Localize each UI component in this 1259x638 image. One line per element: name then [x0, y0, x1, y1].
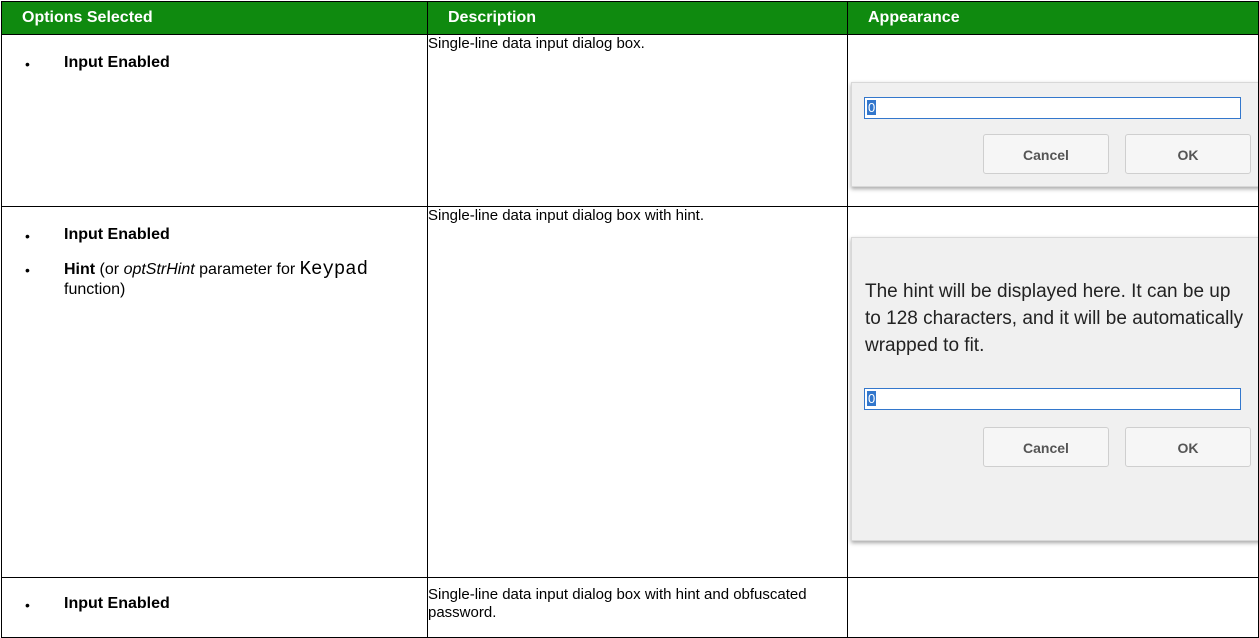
cancel-button[interactable]: Cancel: [983, 134, 1109, 174]
description-cell: Single-line data input dialog box.: [427, 34, 848, 207]
bullet-glyph: •: [25, 262, 30, 278]
input-dialog: The hint will be displayed here. It can …: [851, 237, 1258, 541]
appearance-cell: [847, 577, 1259, 638]
option-name: Input Enabled: [64, 226, 170, 243]
options-cell: • Input Enabled: [1, 577, 428, 638]
dialog-input-field[interactable]: 0: [864, 97, 1241, 119]
header-description: Description: [427, 1, 848, 35]
bullet-glyph: •: [25, 228, 30, 244]
dialog-input-field[interactable]: 0: [864, 388, 1241, 410]
option-name: Input Enabled: [64, 595, 170, 612]
table-row: • Input Enabled Single-line data input d…: [1, 577, 1259, 638]
option-bullet: • Input Enabled: [2, 594, 427, 616]
header-options-selected: Options Selected: [1, 1, 428, 35]
option-bullet: • Hint (or optStrHint parameter for Keyp…: [2, 259, 427, 300]
option-name: Input Enabled: [64, 54, 170, 71]
bullet-glyph: •: [25, 597, 30, 613]
description-cell: Single-line data input dialog box with h…: [427, 577, 848, 638]
header-row: Options Selected Description Appearance: [1, 1, 1259, 35]
appearance-cell: 0 Cancel OK: [847, 34, 1259, 207]
option-text: (or: [95, 261, 124, 278]
option-text: parameter for: [194, 261, 300, 278]
option-bullet: • Input Enabled: [2, 53, 427, 75]
table-row: • Input Enabled Single-line data input d…: [1, 34, 1259, 207]
options-table: Options Selected Description Appearance …: [1, 1, 1259, 638]
option-param: optStrHint: [123, 261, 195, 278]
option-bullet: • Input Enabled: [2, 225, 427, 247]
appearance-cell: The hint will be displayed here. It can …: [847, 206, 1259, 578]
input-value: 0: [867, 100, 877, 115]
table-row: • Input Enabled • Hint (or optStrHint pa…: [1, 206, 1259, 578]
input-value: 0: [867, 391, 877, 406]
option-function-name: Keypad: [299, 258, 369, 280]
options-cell: • Input Enabled • Hint (or optStrHint pa…: [1, 206, 428, 578]
bullet-glyph: •: [25, 56, 30, 72]
ok-button[interactable]: OK: [1125, 134, 1251, 174]
ok-button[interactable]: OK: [1125, 427, 1251, 467]
option-text: function): [64, 281, 126, 298]
cancel-button[interactable]: Cancel: [983, 427, 1109, 467]
options-cell: • Input Enabled: [1, 34, 428, 207]
description-cell: Single-line data input dialog box with h…: [427, 206, 848, 578]
dialog-hint-text: The hint will be displayed here. It can …: [865, 281, 1244, 356]
option-name: Hint: [64, 261, 96, 278]
input-dialog: 0 Cancel OK: [851, 82, 1258, 187]
header-appearance: Appearance: [847, 1, 1259, 35]
